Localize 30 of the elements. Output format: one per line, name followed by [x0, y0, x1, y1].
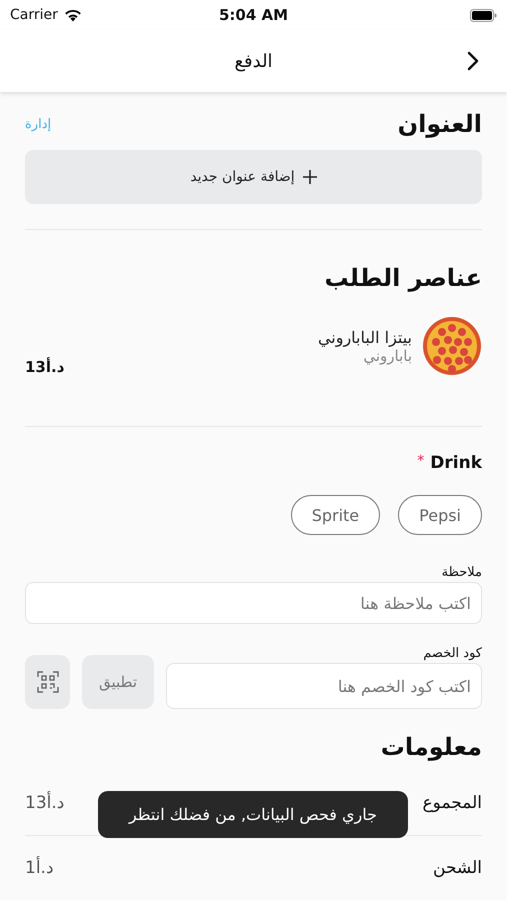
note-field[interactable]: اكتب ملاحظة هنا [25, 582, 482, 624]
back-chevron-icon[interactable] [467, 51, 479, 71]
discount-field[interactable]: اكتب كود الخصم هنا [166, 663, 482, 709]
section-title: العنوان [398, 110, 482, 138]
item-subtitle: باباروني [363, 346, 412, 364]
carrier-text: Carrier [10, 7, 58, 23]
option-chip[interactable]: Sprite [290, 495, 380, 535]
screen-title: الدفع [234, 50, 273, 72]
apply-button[interactable]: تطبيق [82, 655, 154, 709]
option-chip[interactable]: Pepsi [398, 495, 482, 535]
qr-code-icon [36, 671, 58, 693]
scan-button[interactable] [25, 655, 70, 709]
info-value: د.أ1 [25, 858, 54, 878]
wifi-icon [64, 8, 82, 22]
add-address-button[interactable]: إضافة عنوان جديد [25, 150, 482, 204]
item-price: د.أ13 [25, 358, 64, 376]
section-title: عناصر الطلب [324, 264, 482, 292]
option-label: Drink [430, 453, 482, 473]
section-title: معلومات [380, 733, 482, 761]
info-label: الشحن [433, 858, 482, 878]
info-label: المجموع [422, 793, 482, 813]
toast-message: جاري فحص البيانات, من فضلك انتظر [98, 791, 408, 838]
plus-icon [302, 170, 317, 184]
item-name: بيتزا الباباروني [318, 328, 412, 346]
battery-icon [470, 8, 497, 22]
clock-text: 5:04 AM [218, 6, 288, 24]
info-value: د.أ13 [25, 793, 64, 813]
field-label: كود الخصم [422, 646, 482, 661]
required-mark: * [417, 453, 424, 471]
field-label: ملاحظة [440, 565, 482, 580]
